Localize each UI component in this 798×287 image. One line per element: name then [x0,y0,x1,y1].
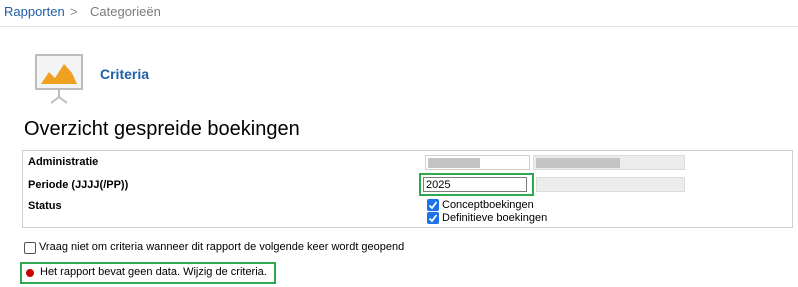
periode-label: Periode (JJJJ(/PP)) [28,179,129,191]
definitieve-boekingen-checkbox[interactable] [427,212,439,224]
no-data-message: Het rapport bevat geen data. Wijzig de c… [40,266,267,278]
breadcrumb-separator: > [70,4,78,19]
administratie-label: Administratie [28,156,99,168]
conceptboekingen-label: Conceptboekingen [442,199,534,211]
section-title: Criteria [100,66,150,82]
status-label: Status [28,200,62,212]
ask-again-checkbox[interactable] [24,242,36,254]
redacted-value [428,158,480,168]
ask-again-label: Vraag niet om criteria wanneer dit rappo… [39,241,405,253]
error-dot-icon [26,269,34,277]
breadcrumb-link-rapporten[interactable]: Rapporten [4,0,65,24]
breadcrumb-current: Categorieën [90,4,161,19]
redacted-value [536,158,620,168]
breadcrumb: Rapporten > Categorieën [0,0,798,27]
page-title: Overzicht gespreide boekingen [24,118,300,140]
conceptboekingen-checkbox[interactable] [427,199,439,211]
periode-highlight [419,173,534,196]
presentation-chart-icon [34,53,84,105]
periode-description-field [536,177,685,192]
definitieve-boekingen-label: Definitieve boekingen [442,212,548,224]
